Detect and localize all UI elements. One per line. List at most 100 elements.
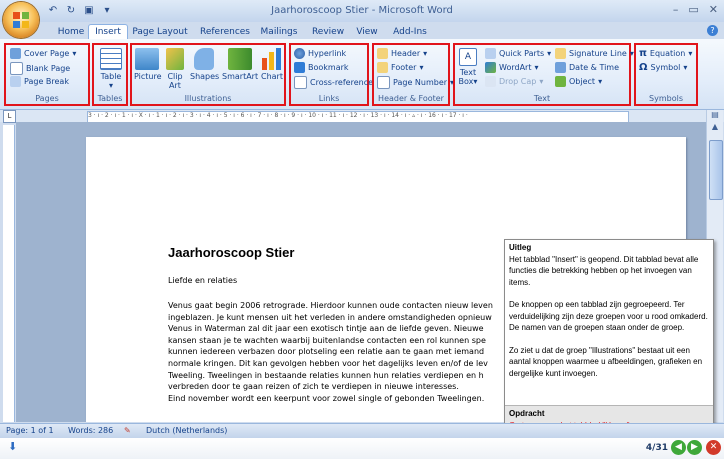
help-icon[interactable]: ? (707, 25, 718, 36)
ribbon: Cover Page ▾ Blank Page Page Break Pages … (0, 39, 724, 110)
scroll-thumb[interactable] (709, 140, 723, 200)
document-title[interactable]: Jaarhoroscoop Stier (168, 245, 294, 260)
drop-cap-icon (485, 76, 496, 87)
signature-line-icon (555, 48, 566, 59)
status-page[interactable]: Page: 1 of 1 (6, 426, 54, 435)
title-bar: ↶ ↻ ▣ ▾ Jaarhoroscoop Stier - Microsoft … (0, 0, 724, 38)
smartart-icon (228, 48, 252, 70)
group-label-text: Text (533, 94, 551, 103)
omega-icon: Ω (639, 62, 648, 73)
clip-art-button[interactable]: Clip Art (164, 48, 186, 90)
group-symbols: π Equation ▾ Ω Symbol ▾ Symbols (634, 43, 698, 106)
next-icon[interactable]: ▶ (687, 440, 702, 455)
previous-icon[interactable]: ◀ (671, 440, 686, 455)
group-illustrations: Picture Clip Art Shapes SmartArt Chart I… (130, 43, 286, 106)
bookmark-icon (294, 62, 305, 73)
cover-page-button[interactable]: Cover Page ▾ (10, 48, 76, 59)
shapes-button[interactable]: Shapes (190, 48, 219, 81)
group-label-illustrations: Illustrations (184, 94, 232, 103)
group-label-header-footer: Header & Footer (378, 94, 444, 103)
task-heading: Opdracht (509, 409, 545, 418)
scroll-up-icon[interactable]: ▲ (707, 122, 723, 134)
tab-review[interactable]: Review (308, 25, 348, 39)
object-button[interactable]: Object ▾ (555, 76, 602, 87)
window-title: Jaarhoroscoop Stier - Microsoft Word (271, 5, 453, 16)
vertical-ruler[interactable] (3, 125, 15, 422)
cross-reference-button[interactable]: Cross-reference (294, 76, 373, 89)
table-button[interactable]: Table ▾ (98, 48, 124, 90)
table-icon (100, 48, 122, 70)
clip-art-icon (166, 48, 184, 70)
maximize-icon[interactable]: ▭ (688, 3, 698, 16)
tab-page-layout[interactable]: Page Layout (130, 25, 190, 39)
tooltip-heading: Uitleg (509, 243, 532, 252)
ruler-marks: 3 · ı · 2 · ı · 1 · ı · X · ı · 1 · ı · … (88, 112, 468, 119)
group-tables: Table ▾ Tables (92, 43, 128, 106)
group-label-pages: Pages (35, 94, 59, 103)
ribbon-tabs: Home Insert Page Layout References Maili… (0, 22, 724, 40)
signature-line-button[interactable]: Signature Line ▾ (555, 48, 634, 59)
tab-view[interactable]: View (352, 25, 382, 39)
status-bar: Page: 1 of 1 Words: 286 ✎ Dutch (Netherl… (0, 423, 724, 438)
horizontal-ruler-area: L 3 · ı · 2 · ı · 1 · ı · X · ı · 1 · ı … (0, 110, 724, 123)
symbol-button[interactable]: Ω Symbol ▾ (639, 62, 687, 73)
picture-button[interactable]: Picture (134, 48, 162, 81)
date-time-button[interactable]: Date & Time (555, 62, 619, 73)
view-ruler-icon[interactable]: ▤ (707, 110, 723, 122)
date-time-icon (555, 62, 566, 73)
tooltip-paragraph: Zo ziet u dat de groep "Illustrations" b… (509, 345, 703, 378)
footer-button[interactable]: Footer ▾ (377, 62, 423, 73)
text-box-button[interactable]: A Text Box▾ (457, 48, 479, 86)
office-logo-icon (13, 12, 29, 28)
slide-counter: 4/31 (645, 443, 668, 453)
header-button[interactable]: Header ▾ (377, 48, 427, 59)
equation-button[interactable]: π Equation ▾ (639, 48, 692, 59)
instruction-tooltip: Uitleg Het tabblad "Insert" is geopend. … (504, 239, 714, 434)
quick-parts-icon (485, 48, 496, 59)
object-icon (555, 76, 566, 87)
wordart-button[interactable]: WordArt ▾ (485, 62, 538, 73)
proofing-icon[interactable]: ✎ (124, 426, 131, 435)
window-controls: – ▭ ✕ (673, 3, 718, 16)
text-box-icon: A (459, 48, 477, 66)
document-subtitle[interactable]: Liefde en relaties (168, 276, 237, 285)
page-number-button[interactable]: Page Number ▾ (377, 76, 454, 89)
header-icon (377, 48, 388, 59)
quick-parts-button[interactable]: Quick Parts ▾ (485, 48, 551, 59)
exit-icon[interactable]: ✕ (706, 440, 721, 455)
tab-home[interactable]: Home (54, 25, 88, 39)
smartart-button[interactable]: SmartArt (222, 48, 258, 81)
drop-cap-button[interactable]: Drop Cap ▾ (485, 76, 543, 87)
footer-icon (377, 62, 388, 73)
page-number-icon (377, 76, 390, 89)
group-label-symbols: Symbols (649, 94, 683, 103)
blank-page-button[interactable]: Blank Page (10, 62, 70, 75)
status-words[interactable]: Words: 286 (68, 426, 113, 435)
minimize-icon[interactable]: – (673, 3, 679, 16)
tab-selector-button[interactable]: L (3, 110, 16, 123)
office-button[interactable] (3, 2, 39, 38)
blank-page-icon (10, 62, 23, 75)
tab-references[interactable]: References (196, 25, 254, 39)
hyperlink-icon (294, 48, 305, 59)
picture-icon (135, 48, 159, 70)
cover-page-icon (10, 48, 21, 59)
tab-mailings[interactable]: Mailings (256, 25, 302, 39)
bookmark-button[interactable]: Bookmark (294, 62, 349, 73)
tab-add-ins[interactable]: Add-Ins (390, 25, 430, 39)
info-icon[interactable]: ⬇ (8, 441, 20, 453)
group-label-tables: Tables (97, 94, 123, 103)
wordart-icon (485, 62, 496, 73)
status-language[interactable]: Dutch (Netherlands) (146, 426, 227, 435)
tutorial-navigation-bar: ⬇ 4/31 ◀ ▶ ✕ (0, 438, 724, 459)
hyperlink-button[interactable]: Hyperlink (294, 48, 346, 59)
group-text: A Text Box▾ Quick Parts ▾ WordArt ▾ Drop C… (453, 43, 634, 106)
group-header-footer: Header ▾ Footer ▾ Page Number ▾ Header & Fo… (372, 43, 454, 106)
close-icon[interactable]: ✕ (709, 3, 718, 16)
chart-button[interactable]: Chart (260, 48, 284, 81)
shapes-icon (194, 48, 214, 70)
page-break-icon (10, 76, 21, 87)
group-links: Hyperlink Bookmark Cross-reference Links (289, 43, 373, 106)
page-break-button[interactable]: Page Break (10, 76, 69, 87)
tab-insert[interactable]: Insert (88, 24, 128, 40)
